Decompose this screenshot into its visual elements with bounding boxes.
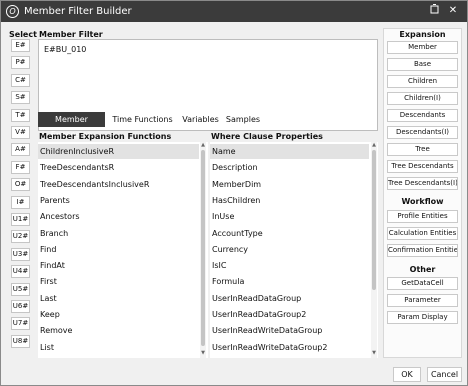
select-button-u3[interactable]: U3# [11,247,30,261]
expansion-button-children-i-[interactable]: Children(I) [387,92,458,105]
select-button-u8[interactable]: U8# [11,334,30,348]
expansion-functions-heading: Member Expansion Functions [39,132,172,141]
expansion-button-member[interactable]: Member [387,41,458,54]
list-item[interactable]: Parents [38,193,199,208]
list-item[interactable]: Description [210,160,369,175]
list-item[interactable]: TreeDescendantsInclusiveR [38,177,199,192]
where-clause-heading: Where Clause Properties [211,132,323,141]
select-button-u1[interactable]: U1# [11,213,30,226]
expansion-button-tree-descendants[interactable]: Tree Descendants [387,160,458,173]
ok-button[interactable]: OK [393,367,421,382]
restore-icon[interactable] [427,4,441,18]
other-heading: Other [409,265,436,274]
workflow-button-profile-entities[interactable]: Profile Entities [387,210,458,223]
workflow-button-calculation-entities[interactable]: Calculation Entities [387,227,458,240]
list-item[interactable]: Branch [38,226,199,241]
select-button-s[interactable]: S# [11,91,30,105]
list-item[interactable]: Name [210,144,369,159]
select-button-o[interactable]: O# [11,178,30,192]
list-item[interactable]: List [38,340,199,355]
cancel-button[interactable]: Cancel [427,367,462,382]
close-icon[interactable]: ✕ [446,4,460,18]
tab-samples[interactable]: Samples [223,112,263,127]
workflow-heading: Workflow [401,197,444,206]
list-item[interactable]: HasChildren [210,193,369,208]
select-button-f[interactable]: F# [11,160,30,174]
member-filter-value: E#BU_010 [44,45,87,54]
select-button-u4[interactable]: U4# [11,265,30,279]
list-item[interactable]: FindAt [38,258,199,273]
expansion-heading: Expansion [399,30,446,39]
list-item[interactable]: Currency [210,242,369,257]
list-item[interactable]: UserInReadDataGroup [210,291,369,306]
expansion-button-tree[interactable]: Tree [387,143,458,156]
list-item[interactable]: IsIC [210,258,369,273]
workflow-button-confirmation-entities[interactable]: Confirmation Entities [387,244,458,257]
select-button-u5[interactable]: U5# [11,282,30,296]
list-item[interactable]: Last [38,291,199,306]
where-clause-scrollbar[interactable]: ▲ ▼ [371,142,377,358]
list-item[interactable]: AccountType [210,226,369,241]
select-button-e[interactable]: E# [11,39,30,52]
list-item[interactable]: ChildrenInclusiveR [38,144,199,159]
list-item[interactable]: First [38,274,199,289]
window-title: Member Filter Builder [24,6,132,17]
select-button-c[interactable]: C# [11,73,30,87]
scrollbar-thumb[interactable] [372,150,376,290]
list-item[interactable]: UserInReadWriteDataGroup2 [210,340,369,355]
member-filter-builder-window: O Member Filter Builder ✕ Select E# P# C# S… [0,0,468,386]
expansion-button-tree-descendants-i-[interactable]: Tree Descendants(I) [387,177,458,190]
list-item[interactable]: Find [38,242,199,257]
expansion-button-descendants[interactable]: Descendants [387,109,458,122]
expansion-button-children[interactable]: Children [387,75,458,88]
scroll-up-icon[interactable]: ▲ [371,142,377,148]
title-bar: O Member Filter Builder ✕ [1,1,467,22]
scroll-down-icon[interactable]: ▼ [200,350,206,356]
list-item[interactable]: Keep [38,307,199,322]
list-item[interactable]: Formula [210,274,369,289]
list-item[interactable]: Where [38,356,199,358]
other-button-parameter[interactable]: Parameter [387,294,458,307]
app-logo-icon: O [6,5,19,18]
select-button-u6[interactable]: U6# [11,300,30,313]
list-item[interactable]: MemberDim [210,177,369,192]
expansion-button-descendants-i-[interactable]: Descendants(I) [387,126,458,139]
list-item[interactable]: UserInAnyDataSecurityGroup [210,356,369,358]
list-item[interactable]: UserInReadDataGroup2 [210,307,369,322]
tab-member-expansion[interactable]: Member Expansion [38,112,105,139]
select-button-u2[interactable]: U2# [11,230,30,244]
tab-time-functions[interactable]: Time Functions [107,112,178,127]
other-button-getdatacell[interactable]: GetDataCell [387,277,458,290]
other-button-param-display[interactable]: Param Display [387,311,458,324]
select-button-t[interactable]: T# [11,108,30,122]
scrollbar-thumb[interactable] [201,150,205,346]
select-column: E# P# C# S# T# V# A# F# O# I# U1# U2# U3# U4# U5# U6# U7… [7,39,34,357]
list-item[interactable]: Remove [38,323,199,338]
scroll-up-icon[interactable]: ▲ [200,142,206,148]
select-button-p[interactable]: P# [11,56,30,70]
expansion-functions-list[interactable]: ChildrenInclusiveR TreeDescendantsR TreeDe… [38,142,208,358]
expansion-functions-scrollbar[interactable]: ▲ ▼ [200,142,206,358]
select-heading: Select [9,30,37,39]
select-button-v[interactable]: V# [11,126,30,139]
select-button-i[interactable]: I# [11,195,30,209]
scroll-down-icon[interactable]: ▼ [371,350,377,356]
member-filter-heading: Member Filter [39,30,103,39]
select-button-u7[interactable]: U7# [11,317,30,331]
list-item[interactable]: TreeDescendantsR [38,160,199,175]
list-item[interactable]: UserInReadWriteDataGroup [210,323,369,338]
list-item[interactable]: InUse [210,209,369,224]
select-button-a[interactable]: A# [11,143,30,157]
list-item[interactable]: Ancestors [38,209,199,224]
expansion-button-base[interactable]: Base [387,58,458,71]
where-clause-list[interactable]: Name Description MemberDim HasChildren InUse… [210,142,378,358]
tab-variables[interactable]: Variables [180,112,221,127]
